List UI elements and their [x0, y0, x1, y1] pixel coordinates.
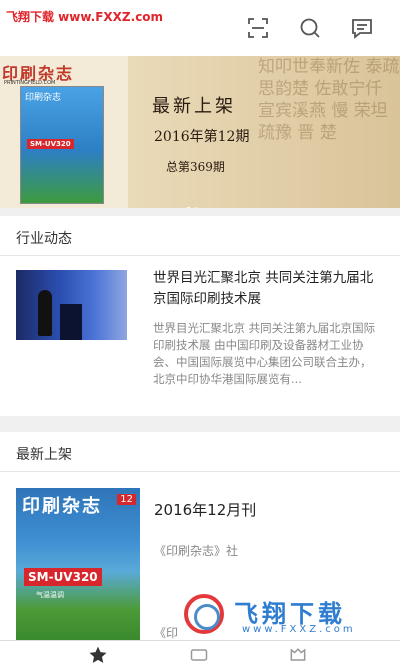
news-title: 世界目光汇聚北京 共同关注第九届北京国际印刷技术展 [153, 270, 374, 307]
bottom-tab-bar [0, 640, 400, 667]
tab-user[interactable] [266, 641, 399, 667]
industry-section-title: 行业动态 [16, 231, 72, 247]
cover-small-badge: SM-UV320 [27, 139, 74, 149]
magazine-cover: 印刷杂志 12 SM-UV320 气温温调 [16, 488, 140, 640]
banner-background-text: 知叩世奉新佐 泰疏思韵楚 佐敢宁仟 宣宾溪燕 慢 荣坦 疏豫 晋 楚 [258, 57, 400, 143]
message-icon[interactable] [350, 16, 374, 40]
speaker-figure [38, 290, 52, 336]
latest-section-title: 最新上架 [16, 447, 72, 463]
cover-badge: SM-UV320 [24, 568, 102, 586]
star-icon [89, 646, 107, 663]
tab-favorites[interactable] [0, 641, 133, 667]
latest-item-title: 2016年12月刊 [154, 501, 257, 519]
carousel-dot-1[interactable] [186, 207, 191, 208]
watermark-url: www.FXXZ.com [242, 624, 356, 635]
podium-shape [60, 304, 82, 340]
carousel-dots [186, 197, 202, 208]
watermark-top: 飞翔下载 www.FXXZ.com [6, 10, 164, 24]
top-bar: 飞翔下载 www.FXXZ.com [0, 0, 400, 56]
news-item[interactable]: 世界目光汇聚北京 共同关注第九届北京国际印刷技术展 世界目光汇聚北京 共同关注第… [0, 256, 400, 416]
promo-banner[interactable]: 印刷杂志 PRINTINGFIELD.COM 印刷杂志 SM-UV320 知叩世… [0, 56, 400, 208]
banner-issue: 2016年第12期 [154, 129, 250, 145]
watermark-bottom: 飞翔下载 www.FXXZ.com [180, 592, 400, 638]
latest-section-header: 最新上架 [0, 432, 400, 472]
magazine-cover-small: 印刷杂志 SM-UV320 [20, 86, 104, 204]
news-thumbnail [16, 270, 127, 340]
banner-magazine-panel: 印刷杂志 PRINTINGFIELD.COM 印刷杂志 SM-UV320 [0, 56, 128, 208]
next-item-publisher-cut: 《印 [154, 626, 179, 640]
carousel-dot-2[interactable] [194, 207, 199, 208]
tab-bookshelf[interactable] [133, 641, 266, 667]
user-icon [290, 648, 306, 661]
industry-section-header: 行业动态 [0, 216, 400, 256]
banner-total-issue: 总第369期 [166, 160, 225, 174]
news-description: 世界目光汇聚北京 共同关注第九届北京国际印刷技术展 由中国印刷及设备器材工业协会… [153, 321, 376, 386]
watermark-logo-icon [184, 594, 224, 634]
latest-item-publisher: 《印刷杂志》社 [154, 544, 239, 558]
bookshelf-icon [190, 649, 208, 661]
cover-subtext: 气温温调 [36, 591, 64, 599]
cover-title: 印刷杂志 [22, 496, 102, 517]
banner-title: 最新上架 [152, 96, 236, 117]
search-icon[interactable] [298, 16, 322, 40]
cover-number: 12 [117, 494, 136, 505]
cover-small-title: 印刷杂志 [25, 93, 62, 103]
scan-icon[interactable] [246, 16, 270, 40]
